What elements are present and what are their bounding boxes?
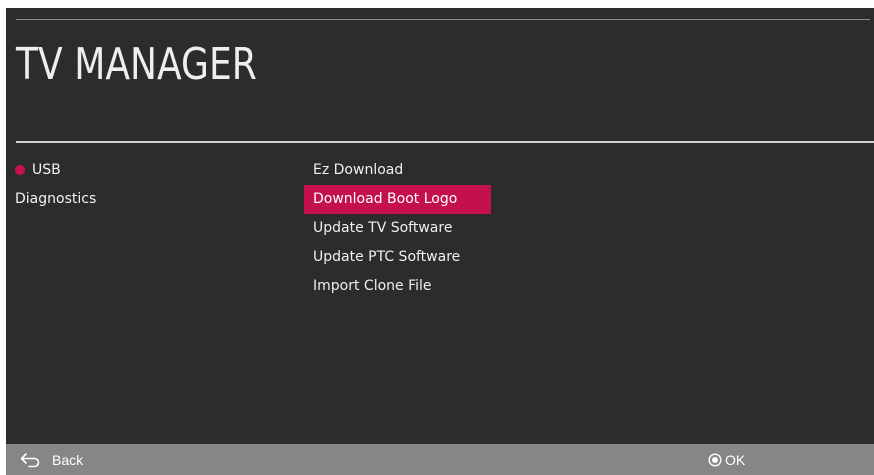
header-divider	[16, 141, 874, 143]
footer-bar: Back OK	[6, 444, 874, 475]
back-arrow-icon	[20, 452, 42, 468]
menu-item-download-boot-logo[interactable]: Download Boot Logo	[304, 185, 491, 214]
page-title: TV MANAGER	[16, 39, 257, 90]
selected-indicator-dot	[15, 165, 25, 175]
back-label: Back	[52, 452, 84, 468]
ok-label: OK	[725, 452, 746, 468]
category-item-usb[interactable]: USB	[15, 158, 61, 182]
ok-button[interactable]: OK	[708, 450, 745, 470]
menu-item-update-tv-software[interactable]: Update TV Software	[304, 214, 491, 243]
menu-item-ez-download[interactable]: Ez Download	[304, 156, 491, 185]
tv-manager-screen: TV MANAGER USB Diagnostics Ez Download D…	[6, 8, 874, 475]
category-item-label: USB	[32, 162, 61, 178]
menu-item-import-clone-file[interactable]: Import Clone File	[304, 272, 491, 301]
category-item-label: Diagnostics	[15, 191, 97, 207]
category-item-diagnostics[interactable]: Diagnostics	[15, 187, 96, 211]
back-button[interactable]: Back	[20, 450, 83, 470]
menu-item-update-ptc-software[interactable]: Update PTC Software	[304, 243, 491, 272]
top-divider	[16, 19, 870, 20]
ok-circle-icon	[708, 453, 722, 467]
